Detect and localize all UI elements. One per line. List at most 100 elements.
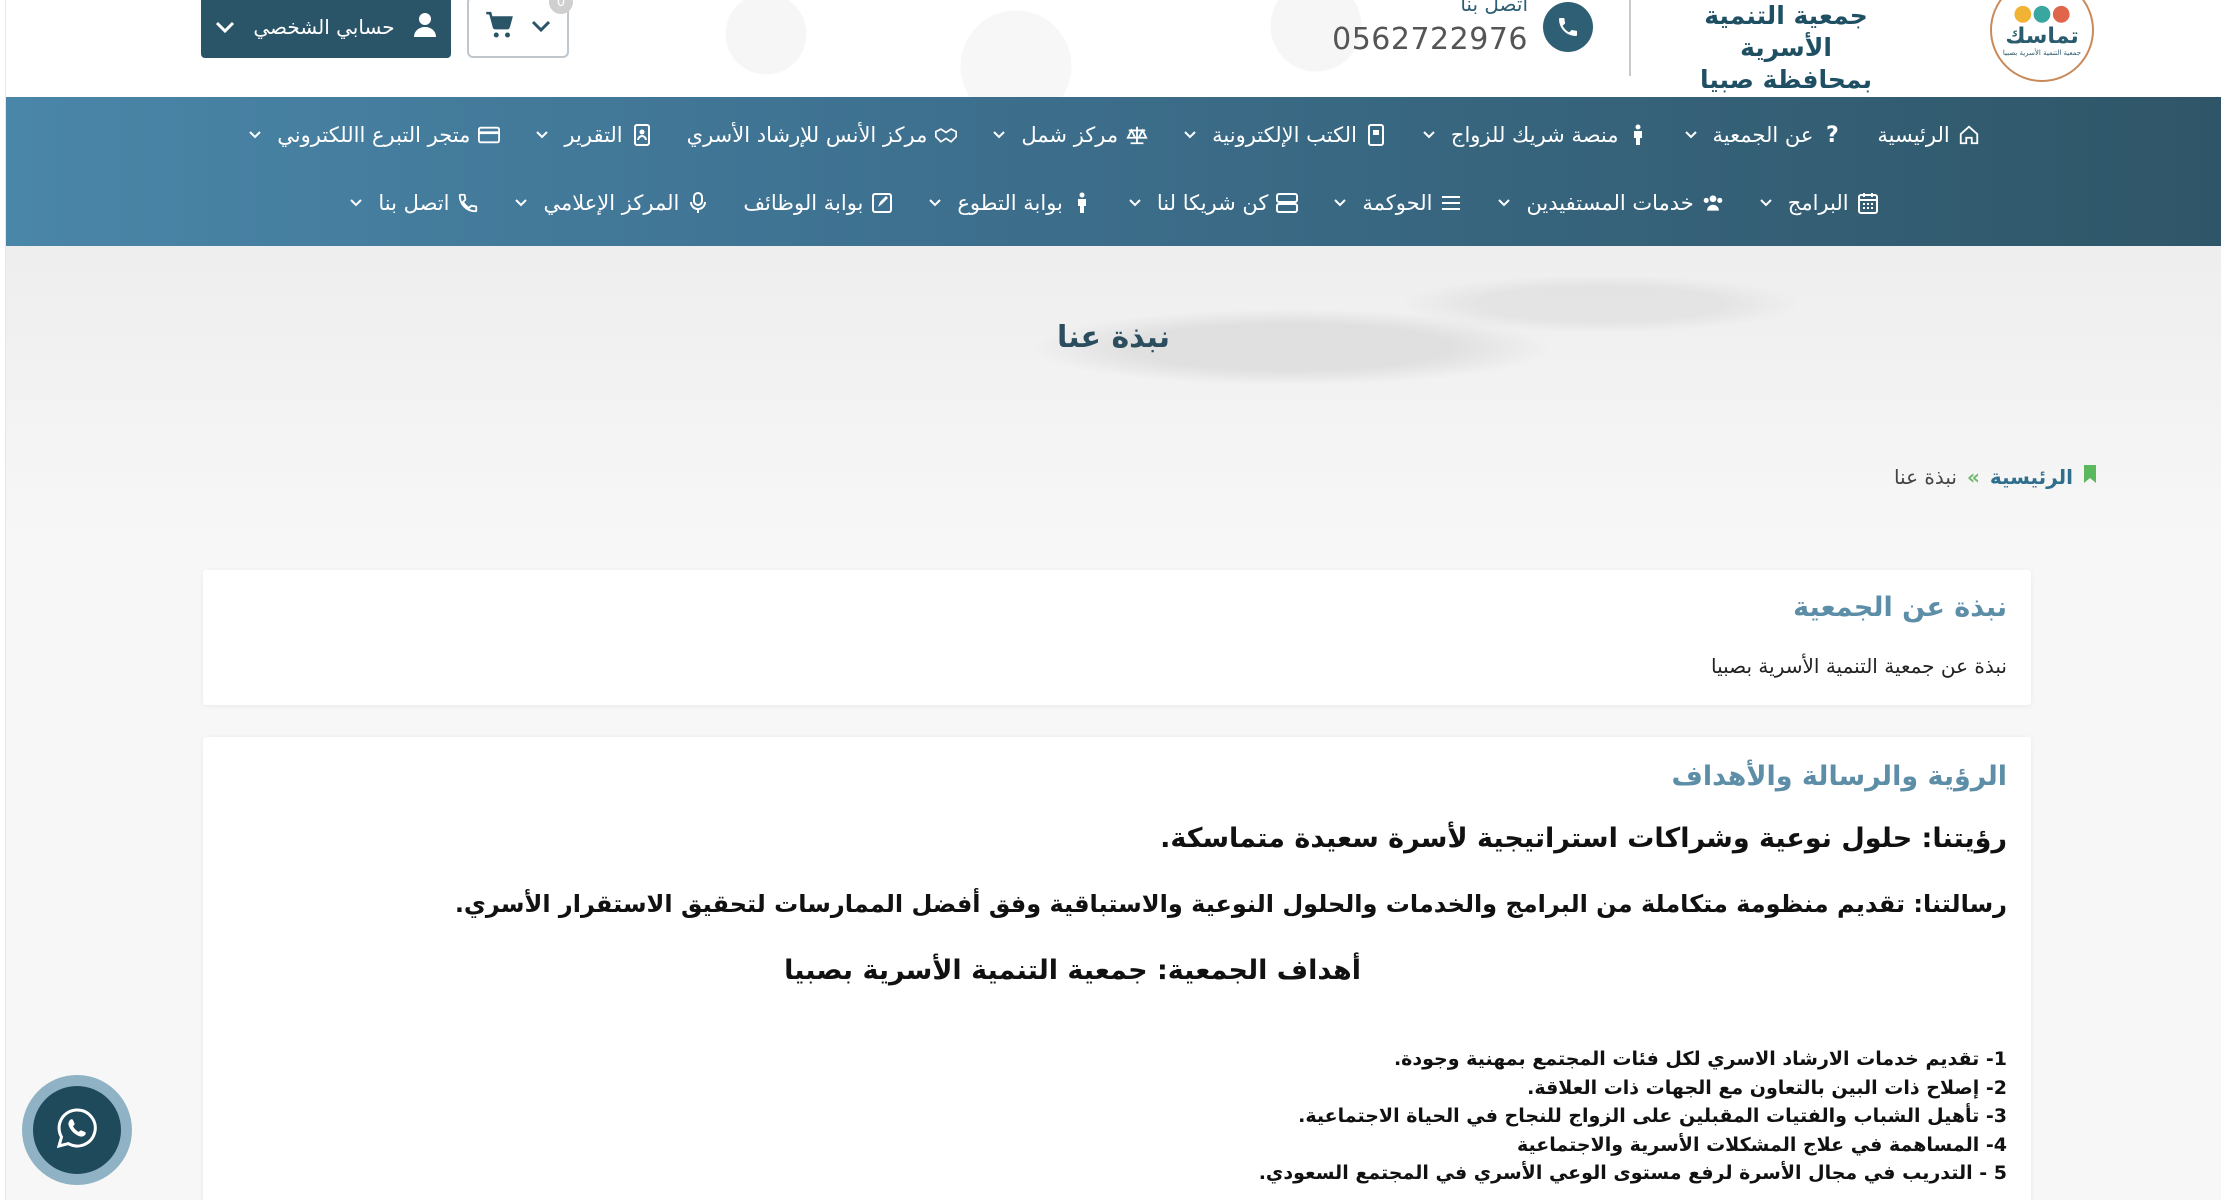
vision-card-title: الرؤية والرسالة والأهداف bbox=[1671, 761, 2007, 792]
nav-item-ebooks[interactable]: الكتب الإلكترونية bbox=[1182, 123, 1387, 147]
nav-item-contact[interactable]: اتصل بنا bbox=[348, 191, 479, 215]
account-label: حسابي الشخصي bbox=[253, 15, 395, 39]
cart-icon bbox=[485, 11, 515, 43]
nav-item-alons-center[interactable]: مركز الأنس للإرشاد الأسري bbox=[687, 123, 958, 147]
vision-text: رؤيتنا: حلول نوعية وشراكات استراتيجية لأ… bbox=[1160, 823, 2007, 854]
logo-name: تماسك bbox=[2005, 23, 2079, 49]
chevron-down-icon bbox=[927, 195, 943, 211]
question-icon: ? bbox=[1826, 122, 1839, 148]
nav-item-volunteer[interactable]: بوابة التطوع bbox=[927, 191, 1092, 215]
mission-text: رسالتنا: تقديم منظومة متكاملة من البرامج… bbox=[454, 890, 2007, 918]
server-icon bbox=[1276, 192, 1299, 214]
logo-mark-icon: ●●● bbox=[2013, 0, 2071, 26]
mic-icon bbox=[687, 192, 709, 214]
account-button[interactable]: حسابي الشخصي bbox=[201, 0, 451, 58]
contact-number[interactable]: 0562722976 bbox=[1332, 22, 1528, 57]
about-card-title: نبذة عن الجمعية bbox=[1793, 592, 2007, 623]
chevron-down-icon bbox=[247, 127, 263, 143]
goals-list: 1- تقديم خدمات الارشاد الاسري لكل فئات ا… bbox=[1259, 1045, 2007, 1188]
chevron-down-icon bbox=[348, 195, 364, 211]
nav-label: خدمات المستفيدين bbox=[1526, 191, 1694, 215]
org-name[interactable]: جمعية التنمية الأسرية بمحافظة صبيا bbox=[1656, 0, 1916, 96]
breadcrumb-home-link[interactable]: الرئيسية bbox=[1990, 465, 2073, 489]
nav-item-programs[interactable]: البرامج bbox=[1758, 191, 1879, 215]
nav-item-about[interactable]: ? عن الجمعية bbox=[1683, 122, 1844, 148]
nav-label: اتصل بنا bbox=[378, 191, 450, 215]
chevron-down-icon bbox=[1758, 195, 1774, 211]
nav-label: مركز شمل bbox=[1021, 123, 1119, 147]
goal-item: 4- المساهمة في علاج المشكلات الأسرية وال… bbox=[1516, 1133, 2007, 1156]
person-icon bbox=[1071, 192, 1093, 214]
nav-label: عن الجمعية bbox=[1712, 123, 1814, 147]
phone-icon bbox=[457, 192, 479, 214]
report-icon bbox=[631, 124, 653, 146]
breadcrumb-current: نبذة عنا bbox=[1893, 464, 1957, 489]
chevron-down-icon bbox=[991, 127, 1007, 143]
nav-label: المركز الإعلامي bbox=[543, 191, 680, 215]
nav-item-jobs[interactable]: بوابة الوظائف bbox=[743, 191, 893, 215]
whatsapp-button-inner bbox=[33, 1086, 121, 1174]
cart-button[interactable]: 0 bbox=[467, 0, 573, 58]
person-icon bbox=[1627, 124, 1649, 146]
chevron-down-icon bbox=[1127, 195, 1143, 211]
chevron-down-icon bbox=[1182, 127, 1198, 143]
nav-label: بوابة التطوع bbox=[957, 191, 1063, 215]
card-icon bbox=[478, 124, 501, 146]
goal-item: 5 - التدريب في مجال الأسرة لرفع مستوى ال… bbox=[1258, 1162, 2007, 1184]
chevron-down-icon bbox=[1496, 195, 1512, 211]
whatsapp-icon bbox=[56, 1107, 98, 1153]
nav-item-marriage-platform[interactable]: منصة شريك للزواج bbox=[1421, 123, 1649, 147]
user-icon bbox=[413, 12, 437, 43]
handshake-icon bbox=[935, 124, 958, 146]
vision-mission-card: الرؤية والرسالة والأهداف رؤيتنا: حلول نو… bbox=[203, 737, 2031, 1200]
nav-item-home[interactable]: الرئيسية bbox=[1877, 123, 1979, 147]
chevron-down-icon bbox=[1683, 127, 1699, 143]
top-header: ●●● تماسك جمعية التنمية الأسرية بصبيا جم… bbox=[6, 0, 2221, 97]
nav-item-shaml-center[interactable]: مركز شمل bbox=[991, 123, 1148, 147]
whatsapp-button[interactable] bbox=[22, 1075, 132, 1185]
goals-title: أهداف الجمعية: جمعية التنمية الأسرية بصب… bbox=[784, 955, 1361, 986]
chevron-down-icon bbox=[531, 18, 551, 37]
nav-item-governance[interactable]: الحوكمة bbox=[1332, 191, 1462, 215]
goal-item: 1- تقديم خدمات الارشاد الاسري لكل فئات ا… bbox=[1393, 1048, 2007, 1070]
nav-label: التقرير bbox=[564, 123, 623, 147]
header-divider bbox=[1629, 0, 1631, 76]
org-name-line2: بمحافظة صبيا bbox=[1699, 65, 1873, 94]
page-hero: نبذة عنا الرئيسية » نبذة عنا bbox=[6, 246, 2221, 536]
main-nav: الرئيسية ? عن الجمعية منصة شريك للزواج ا… bbox=[6, 97, 2221, 246]
scale-icon bbox=[1126, 124, 1148, 146]
nav-item-partner[interactable]: كن شريكا لنا bbox=[1127, 191, 1299, 215]
about-card: نبذة عن الجمعية نبذة عن جمعية التنمية ال… bbox=[203, 570, 2031, 705]
chevron-down-icon bbox=[215, 15, 235, 39]
nav-item-report[interactable]: التقرير bbox=[534, 123, 652, 147]
nav-label: مركز الأنس للإرشاد الأسري bbox=[686, 123, 928, 147]
nav-item-beneficiary-services[interactable]: خدمات المستفيدين bbox=[1496, 191, 1723, 215]
nav-label: البرامج bbox=[1787, 191, 1849, 215]
chevron-down-icon bbox=[1332, 195, 1348, 211]
contact-label[interactable]: اتصل بنا bbox=[1460, 0, 1528, 16]
page-title: نبذة عنا bbox=[1057, 320, 1170, 355]
chevron-down-icon bbox=[513, 195, 529, 211]
nav-label: الحوكمة bbox=[1362, 191, 1433, 215]
chevron-down-icon bbox=[534, 127, 550, 143]
nav-label: الرئيسية bbox=[1877, 123, 1950, 147]
nav-row-1: الرئيسية ? عن الجمعية منصة شريك للزواج ا… bbox=[6, 115, 2221, 155]
goal-item: 3- تأهيل الشباب والفتيات المقبلين على ال… bbox=[1298, 1105, 2007, 1127]
home-icon bbox=[1958, 124, 1980, 146]
users-icon bbox=[1702, 192, 1724, 214]
calendar-icon bbox=[1857, 192, 1879, 214]
nav-label: الكتب الإلكترونية bbox=[1212, 123, 1357, 147]
nav-label: منصة شريك للزواج bbox=[1450, 123, 1619, 147]
logo-subtext: جمعية التنمية الأسرية بصبيا bbox=[2002, 49, 2082, 58]
book-icon bbox=[1365, 124, 1387, 146]
nav-label: متجر التبرع االلكتروني bbox=[277, 123, 471, 147]
nav-row-2: البرامج خدمات المستفيدين الحوكمة كن شريك… bbox=[6, 183, 2221, 223]
org-name-line1: جمعية التنمية الأسرية bbox=[1704, 1, 1868, 62]
goal-item: 2- إصلاح ذات البين بالتعاون مع الجهات ذا… bbox=[1527, 1076, 2007, 1099]
nav-item-donation-store[interactable]: متجر التبرع االلكتروني bbox=[247, 123, 501, 147]
phone-icon[interactable] bbox=[1543, 2, 1593, 52]
nav-label: كن شريكا لنا bbox=[1156, 191, 1269, 215]
nav-item-media-center[interactable]: المركز الإعلامي bbox=[513, 191, 709, 215]
org-logo[interactable]: ●●● تماسك جمعية التنمية الأسرية بصبيا bbox=[1990, 0, 2094, 82]
about-card-text: نبذة عن جمعية التنمية الأسرية بصبيا bbox=[1710, 654, 2007, 678]
